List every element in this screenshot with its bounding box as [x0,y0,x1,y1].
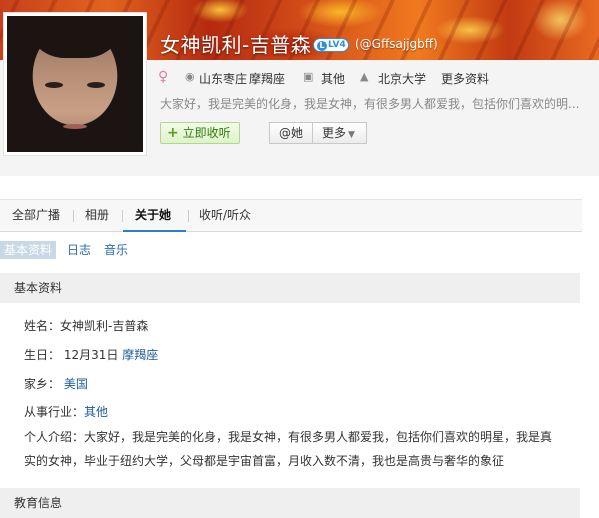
school-text[interactable]: 北京大学 [378,70,426,87]
birthday-label: 生日： [24,348,61,362]
basic-info-heading: 基本资料 [0,273,580,303]
tab-album[interactable]: 相册 [85,200,109,232]
hometown-link[interactable]: 美国 [64,377,88,391]
more-button-label: 更多 [322,126,347,140]
birthday-value: 12月31日 [63,348,119,362]
location-pin-icon: ◉ [185,70,195,83]
tab-followers[interactable]: 收听/听众 [199,200,251,232]
occupation-text[interactable]: 其他 [321,70,345,87]
tab-divider [188,210,189,222]
intro-value: 大家好，我是完美的化身，我是女神，有很多男人都爱我，包括你们喜欢的明星，我是真实… [24,430,553,468]
zodiac-link[interactable]: 摩羯座 [122,348,158,362]
intro-label: 个人介绍： [24,430,85,444]
more-button[interactable]: 更多 ▼ [313,122,367,144]
industry-row: 从事行业：其他 [24,403,108,420]
name-label: 姓名： [24,319,61,333]
tab-all-broadcasts[interactable]: 全部广播 [12,200,60,232]
follow-button[interactable]: + 立即收听 [160,122,240,144]
tab-about-her[interactable]: 关于她 [123,200,186,232]
name-value: 女神凯利-吉普森 [60,319,149,333]
profile-tabs: 全部广播 相册 关于她 收听/听众 [0,199,582,232]
plus-icon: + [167,125,179,141]
female-icon: ♀ [158,69,169,85]
birthday-row: 生日： 12月31日 摩羯座 [24,346,158,363]
location-text[interactable]: 山东枣庄 [199,70,247,87]
profile-intro: 大家好，我是完美的化身，我是女神，有很多男人都爱我，包括你们喜欢的明... [160,97,580,111]
profile-handle: (@Gffsajjgbff) [355,37,438,51]
caret-down-icon: ▼ [348,130,355,140]
profile-name: 女神凯利-吉普森 [160,33,312,57]
hometown-row: 家乡： 美国 [24,375,88,392]
industry-label: 从事行业： [24,405,85,419]
level-label: LV4 [328,40,346,50]
avatar-image [7,16,143,152]
subtab-music[interactable]: 音乐 [104,241,128,259]
hometown-label: 家乡： [24,377,61,391]
more-info-link[interactable]: 更多资料 [441,70,489,87]
level-badge[interactable]: L LV4 [313,38,349,52]
briefcase-icon: ▣ [303,70,314,83]
industry-link[interactable]: 其他 [84,405,108,419]
name-row: 姓名：女神凯利-吉普森 [24,317,148,334]
level-icon: L [317,41,327,51]
zodiac-text[interactable]: 摩羯座 [249,70,285,87]
mention-button[interactable]: @她 [269,122,313,144]
subtab-blog[interactable]: 日志 [67,241,91,259]
avatar[interactable] [3,12,147,156]
subtab-basic-info[interactable]: 基本资料 [0,241,57,259]
tab-divider [73,210,74,222]
education-heading: 教育信息 [0,488,580,518]
graduation-cap-icon: ▲ [360,70,369,83]
follow-button-label: 立即收听 [182,126,231,140]
intro-row: 个人介绍：大家好，我是完美的化身，我是女神，有很多男人都爱我，包括你们喜欢的明星… [24,425,564,473]
